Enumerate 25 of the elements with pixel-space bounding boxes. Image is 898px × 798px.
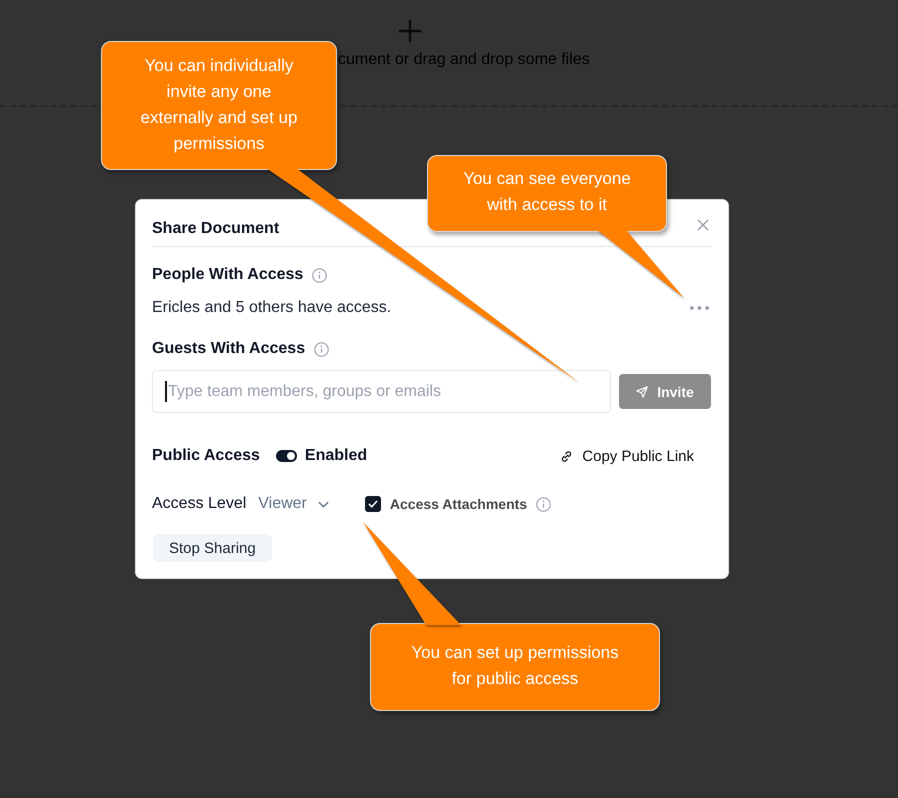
dialog-title: Share Document	[152, 219, 280, 239]
link-icon	[560, 450, 574, 462]
toggle-switch[interactable]	[276, 450, 297, 462]
callout: You can individually invite any one externally and set up permissions	[101, 41, 337, 170]
check-icon	[368, 500, 378, 508]
add-icon[interactable]	[398, 19, 422, 43]
access-level-dropdown[interactable]: Viewer	[258, 495, 329, 513]
info-icon[interactable]	[536, 496, 552, 512]
send-icon	[636, 386, 648, 398]
section-heading: People With Access	[152, 265, 304, 285]
toggle-state-label: Enabled	[304, 447, 368, 465]
more-icon[interactable]	[690, 306, 709, 310]
section-heading: Guests With Access	[152, 339, 306, 359]
close-icon[interactable]	[697, 219, 709, 231]
checkbox-label: Access Attachments	[390, 496, 528, 512]
info-icon[interactable]	[314, 342, 330, 356]
chevron-down-icon	[318, 500, 329, 508]
checkbox[interactable]	[364, 496, 381, 512]
public-access-label: Public Access	[152, 446, 260, 466]
access-level-label: Access Level	[152, 495, 246, 513]
info-icon[interactable]	[312, 268, 328, 282]
copy-link-button[interactable]: Copy Public Link	[560, 448, 694, 464]
stop-sharing-button[interactable]: Stop Sharing	[153, 534, 272, 562]
invite-input-field[interactable]: Type team members, groups or emails	[152, 370, 611, 413]
access-summary-text: Ericles and 5 others have access.	[152, 298, 392, 318]
